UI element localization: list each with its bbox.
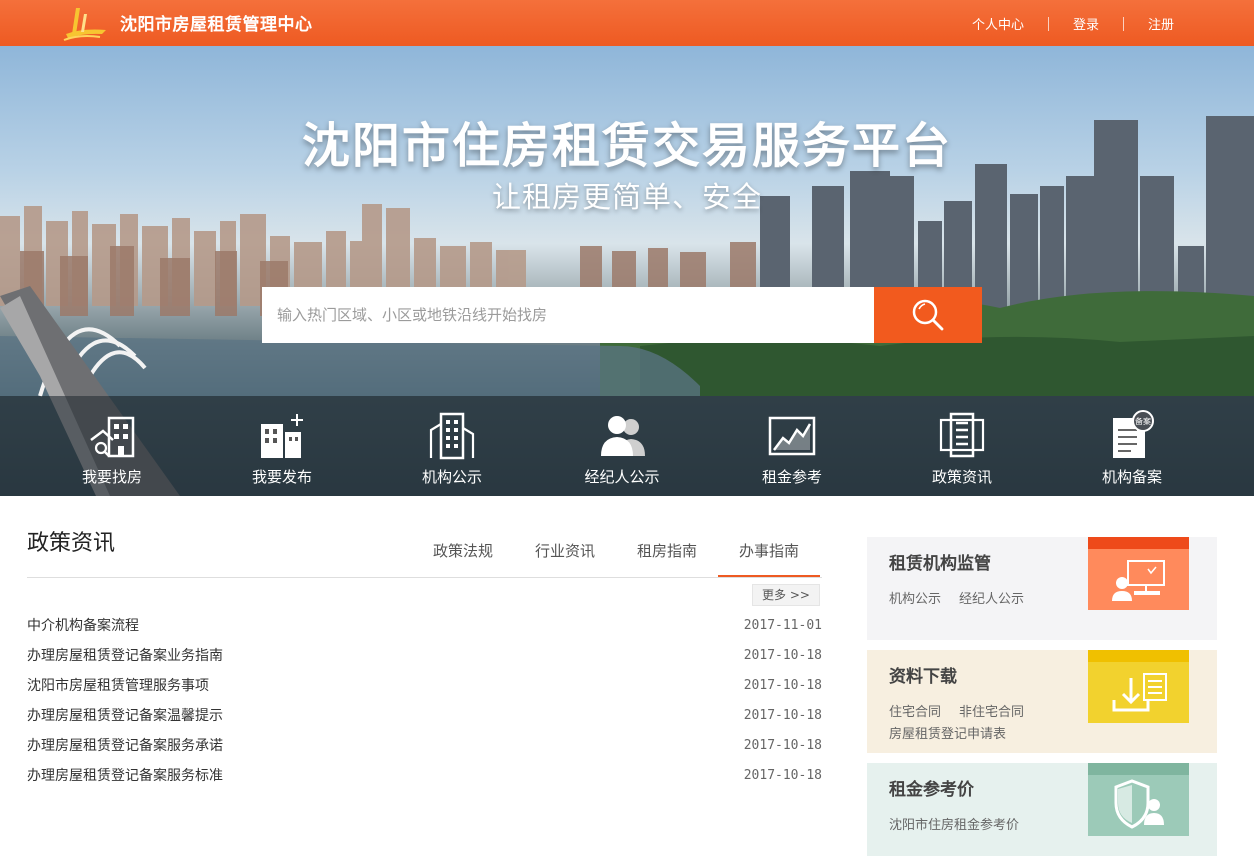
house-search-icon bbox=[90, 416, 135, 458]
personal-center-link[interactable]: 个人中心 bbox=[972, 14, 1024, 33]
building-plus-icon bbox=[261, 414, 303, 458]
line-chart-icon bbox=[768, 416, 816, 456]
site-title[interactable]: 沈阳市房屋租赁管理中心 bbox=[120, 10, 313, 35]
list-item[interactable]: 中介机构备案流程 2017-11-01 bbox=[27, 610, 822, 640]
news-list: 中介机构备案流程 2017-11-01 办理房屋租赁登记备案业务指南 2017-… bbox=[27, 610, 822, 790]
quick-link-policy-news[interactable]: 政策资讯 bbox=[892, 396, 1032, 496]
quick-link-find-house[interactable]: 我要找房 bbox=[42, 396, 182, 496]
news-item-date: 2017-10-18 bbox=[743, 647, 822, 663]
nav-divider bbox=[1122, 16, 1124, 31]
quick-link-publish[interactable]: 我要发布 bbox=[212, 396, 352, 496]
tab-renting-guide[interactable]: 租房指南 bbox=[616, 540, 718, 578]
card-links: 住宅合同 非住宅合同 房屋租赁登记申请表 bbox=[889, 702, 1089, 746]
news-section-title: 政策资讯 bbox=[27, 531, 116, 556]
tab-industry-news[interactable]: 行业资讯 bbox=[514, 540, 616, 578]
card-title[interactable]: 租金参考价 bbox=[889, 775, 974, 800]
more-button[interactable]: 更多 >> bbox=[752, 584, 820, 606]
search-icon bbox=[912, 299, 944, 331]
news-item-title[interactable]: 办理房屋租赁登记备案温馨提示 bbox=[27, 705, 223, 725]
login-link[interactable]: 登录 bbox=[1073, 14, 1099, 33]
news-tabs: 政策法规 行业资讯 租房指南 办事指南 bbox=[412, 540, 820, 578]
list-item[interactable]: 办理房屋租赁登记备案温馨提示 2017-10-18 bbox=[27, 700, 822, 730]
news-item-date: 2017-11-01 bbox=[743, 617, 822, 633]
news-item-title[interactable]: 办理房屋租赁登记备案服务标准 bbox=[27, 765, 223, 785]
top-nav: 个人中心 登录 注册 bbox=[972, 14, 1174, 33]
quick-link-label: 机构公示 bbox=[421, 468, 482, 486]
people-icon bbox=[601, 416, 645, 456]
card-link-nonresidential-contract[interactable]: 非住宅合同 bbox=[959, 705, 1024, 720]
quick-link-agency-filing[interactable]: 备案 机构备案 bbox=[1062, 396, 1202, 496]
quick-link-rent-reference[interactable]: 租金参考 bbox=[722, 396, 862, 496]
quick-link-broker-list[interactable]: 经纪人公示 bbox=[552, 396, 692, 496]
tab-service-guide[interactable]: 办事指南 bbox=[718, 540, 820, 578]
news-item-title[interactable]: 办理房屋租赁登记备案业务指南 bbox=[27, 645, 223, 665]
hero-title: 沈阳市住房租赁交易服务平台 bbox=[301, 118, 952, 174]
center-logo-icon[interactable] bbox=[62, 4, 110, 44]
computer-user-icon bbox=[1112, 560, 1165, 601]
card-link-residential-contract[interactable]: 住宅合同 bbox=[889, 705, 941, 720]
quick-link-label: 租金参考 bbox=[761, 468, 822, 486]
quick-link-agency-list[interactable]: 机构公示 bbox=[382, 396, 522, 496]
download-icon bbox=[1112, 673, 1167, 712]
card-links: 沈阳市住房租金参考价 bbox=[889, 815, 1089, 837]
quick-link-label: 经纪人公示 bbox=[584, 468, 660, 486]
document-list-icon bbox=[939, 412, 985, 458]
shield-user-icon bbox=[1114, 779, 1164, 829]
news-item-date: 2017-10-18 bbox=[743, 677, 822, 693]
hero-subtitle: 让租房更简单、安全 bbox=[491, 180, 762, 214]
card-image[interactable] bbox=[1088, 763, 1189, 836]
news-item-title[interactable]: 中介机构备案流程 bbox=[27, 615, 139, 635]
filing-badge-text: 备案 bbox=[1135, 416, 1151, 426]
news-item-date: 2017-10-18 bbox=[743, 737, 822, 753]
quick-links-bar: 我要找房 我要发布 机构公示 经纪人公示 租金参考 政策资讯 备案 机构备案 bbox=[0, 396, 1254, 496]
search-button[interactable] bbox=[874, 287, 982, 343]
card-title[interactable]: 租赁机构监管 bbox=[889, 549, 991, 574]
quick-link-label: 我要发布 bbox=[251, 468, 312, 486]
card-image[interactable] bbox=[1088, 650, 1189, 723]
quick-link-label: 我要找房 bbox=[81, 468, 142, 486]
office-building-icon bbox=[429, 412, 475, 460]
filing-document-icon: 备案 bbox=[1113, 410, 1154, 458]
list-item[interactable]: 办理房屋租赁登记备案服务标准 2017-10-18 bbox=[27, 760, 822, 790]
card-link-registration-form[interactable]: 房屋租赁登记申请表 bbox=[889, 727, 1006, 742]
card-links: 机构公示 经纪人公示 bbox=[889, 589, 1089, 611]
card-agency-supervision: 租赁机构监管 机构公示 经纪人公示 bbox=[867, 537, 1217, 640]
card-link-rent-price[interactable]: 沈阳市住房租金参考价 bbox=[889, 818, 1019, 833]
register-link[interactable]: 注册 bbox=[1148, 14, 1174, 33]
hero-banner: 沈阳市住房租赁交易服务平台 让租房更简单、安全 我要找房 bbox=[0, 46, 1254, 496]
tab-policy-laws[interactable]: 政策法规 bbox=[412, 540, 514, 578]
list-item[interactable]: 办理房屋租赁登记备案业务指南 2017-10-18 bbox=[27, 640, 822, 670]
list-item[interactable]: 办理房屋租赁登记备案服务承诺 2017-10-18 bbox=[27, 730, 822, 760]
list-item[interactable]: 沈阳市房屋租赁管理服务事项 2017-10-18 bbox=[27, 670, 822, 700]
card-link-agency[interactable]: 机构公示 bbox=[889, 592, 941, 607]
quick-link-label: 机构备案 bbox=[1101, 468, 1162, 486]
news-item-title[interactable]: 办理房屋租赁登记备案服务承诺 bbox=[27, 735, 223, 755]
quick-link-label: 政策资讯 bbox=[931, 468, 992, 486]
nav-divider bbox=[1047, 16, 1049, 31]
card-title[interactable]: 资料下载 bbox=[889, 662, 957, 687]
card-link-broker[interactable]: 经纪人公示 bbox=[959, 592, 1024, 607]
top-bar: 沈阳市房屋租赁管理中心 个人中心 登录 注册 bbox=[0, 0, 1254, 46]
card-image[interactable] bbox=[1088, 537, 1189, 610]
house-search-input[interactable] bbox=[262, 287, 874, 343]
card-downloads: 资料下载 住宅合同 非住宅合同 房屋租赁登记申请表 bbox=[867, 650, 1217, 753]
news-item-title[interactable]: 沈阳市房屋租赁管理服务事项 bbox=[27, 675, 209, 695]
divider bbox=[27, 577, 822, 578]
news-item-date: 2017-10-18 bbox=[743, 767, 822, 783]
card-rent-reference: 租金参考价 沈阳市住房租金参考价 bbox=[867, 763, 1217, 856]
news-item-date: 2017-10-18 bbox=[743, 707, 822, 723]
